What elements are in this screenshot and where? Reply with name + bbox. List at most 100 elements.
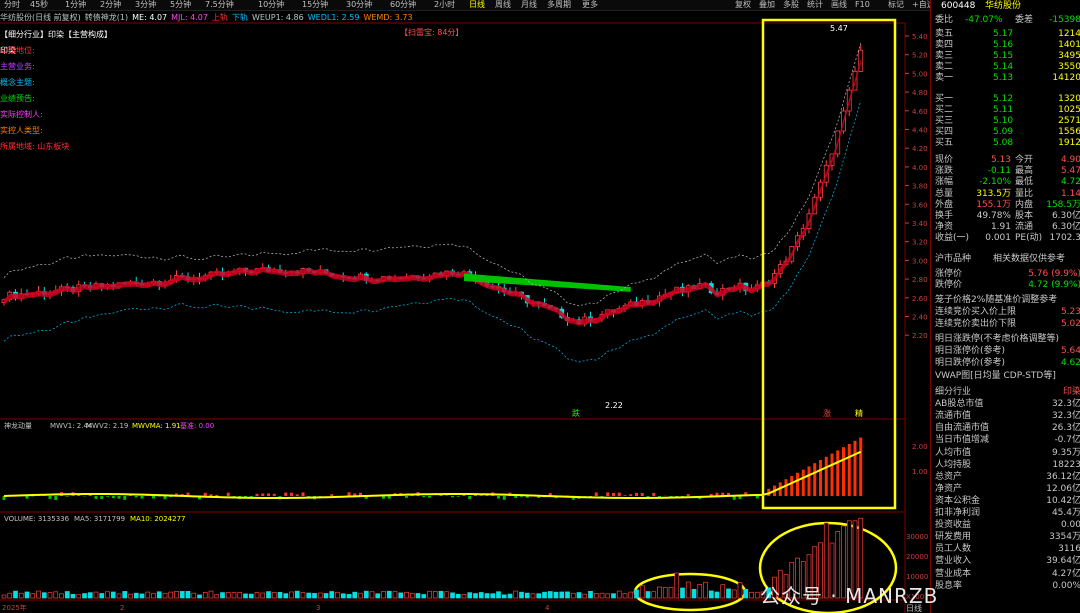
ask-label: 卖一 xyxy=(935,73,954,83)
fund-label: 投资收益 xyxy=(935,520,972,531)
volume-bar xyxy=(421,594,427,599)
period-tab-15[interactable]: 多周期 xyxy=(545,0,573,10)
volume-bar xyxy=(432,590,438,599)
next-limit-label: 明日跌停价(参考) xyxy=(935,358,1006,368)
period-tab-14[interactable]: 月线 xyxy=(519,0,539,10)
indicator-bar xyxy=(612,493,615,496)
indicator-bar xyxy=(600,496,604,497)
price-tick-label: 3.00 xyxy=(912,257,928,265)
limit-value: 4.72 (9.9%) xyxy=(1028,280,1080,290)
indicator-bar xyxy=(100,496,104,500)
volume-bar xyxy=(122,591,128,599)
fund-value: 18223 xyxy=(1052,459,1080,470)
toolbar-action-2[interactable]: 多股 xyxy=(781,0,801,10)
bid-price: 5.10 xyxy=(993,116,1014,126)
indicator-bar xyxy=(629,494,633,496)
ask-label: 卖二 xyxy=(935,62,954,72)
indicator-baseline: 基准: 0.00 xyxy=(180,421,214,430)
bid-label: 买二 xyxy=(935,105,954,115)
price-tick-label: 3.60 xyxy=(912,201,928,209)
period-tab-8[interactable]: 15分钟 xyxy=(300,0,330,10)
indicator-bar xyxy=(272,493,276,496)
stat-value: 5.13 xyxy=(990,155,1011,165)
bid-vol: 2571 xyxy=(1058,116,1080,126)
volume-bar xyxy=(30,593,36,599)
quote-row: 卖二 5.14 3550 xyxy=(933,62,1080,73)
stat-value: -0.11 xyxy=(987,166,1011,177)
fund-value: 26.3亿 xyxy=(1051,423,1080,434)
volume-bar xyxy=(605,593,611,599)
volume-bar xyxy=(18,592,24,599)
volume-bar xyxy=(473,593,478,599)
quote-row: 营业收入 39.64亿 xyxy=(933,556,1080,567)
volume-bar xyxy=(685,581,691,599)
stat-label: 外盘 xyxy=(935,199,954,210)
fund-value: 3116 xyxy=(1058,544,1080,555)
next-limit-label: 明日涨停价(参考) xyxy=(935,346,1006,356)
volume-bar xyxy=(271,592,277,599)
price-tick-label: 2.20 xyxy=(912,332,928,340)
period-tab-6[interactable]: 7.5分钟 xyxy=(203,0,236,10)
price-tick-label: 2.80 xyxy=(912,276,928,284)
volume-bar xyxy=(731,589,737,599)
indicator-bar xyxy=(387,496,391,499)
price-tick-label: 3.80 xyxy=(912,183,928,191)
indicator-bar xyxy=(813,463,817,496)
volume-bar xyxy=(346,594,352,599)
watermark: 公众号 · MANRZB xyxy=(760,584,939,608)
auction-label: 连续竞价买入价上限 xyxy=(935,307,1017,317)
header-up: 上轨 xyxy=(211,13,228,22)
volume-bar xyxy=(726,588,731,599)
volume-bar xyxy=(461,594,467,599)
volume-bar xyxy=(59,593,64,599)
period-tab-16[interactable]: 更多 xyxy=(580,0,600,10)
stat-value: 6.30亿 xyxy=(1051,211,1080,221)
volume-bar xyxy=(513,590,519,599)
period-tab-4[interactable]: 3分钟 xyxy=(133,0,158,10)
stat-label: 总量 xyxy=(935,188,954,199)
period-tab-0[interactable]: 分时 xyxy=(2,0,22,10)
indicator-bar xyxy=(640,493,644,496)
period-tab-5[interactable]: 5分钟 xyxy=(168,0,193,10)
volume-bar xyxy=(93,591,99,599)
period-tab-12[interactable]: 日线 xyxy=(467,0,487,10)
volume-bar xyxy=(151,592,156,599)
bid-price: 5.08 xyxy=(993,138,1014,148)
price-tick-label: 3.40 xyxy=(912,220,928,228)
toolbar-action-1[interactable]: 叠加 xyxy=(757,0,777,10)
period-tab-10[interactable]: 60分钟 xyxy=(388,0,418,10)
stat-value: 6.30亿 xyxy=(1051,222,1080,233)
toolbar-action-5[interactable]: F10 xyxy=(853,0,872,10)
volume-bar xyxy=(277,591,283,599)
period-tab-13[interactable]: 周线 xyxy=(493,0,513,10)
volume-bar xyxy=(185,591,191,599)
volume-bar xyxy=(87,592,93,599)
indicator-bar xyxy=(106,496,109,497)
volume-bar xyxy=(82,593,87,599)
indicator-bar xyxy=(755,496,759,499)
fund-label: 人均持股 xyxy=(935,459,972,470)
toolbar-action-3[interactable]: 统计 xyxy=(805,0,825,10)
quote-row: 总资产 36.12亿 xyxy=(933,472,1080,483)
volume-bar xyxy=(358,592,363,599)
volume-bar xyxy=(542,591,547,599)
stat-value: 155.1万 xyxy=(976,199,1011,210)
toolbar-action-6[interactable]: 标记 xyxy=(886,0,906,10)
volume-bar xyxy=(697,584,703,599)
period-tab-11[interactable]: 2小时 xyxy=(432,0,457,10)
period-tab-7[interactable]: 10分钟 xyxy=(256,0,286,10)
period-tab-9[interactable]: 30分钟 xyxy=(344,0,374,10)
volume-bar xyxy=(248,593,254,599)
indicator-bar xyxy=(451,496,454,498)
volume-bar xyxy=(559,591,565,599)
quote-row: 自由流通市值 26.3亿 xyxy=(933,423,1080,434)
period-tab-3[interactable]: 2分钟 xyxy=(98,0,123,10)
period-tab-1[interactable]: 45秒 xyxy=(28,0,50,10)
fund-label: 净资产 xyxy=(935,483,963,494)
period-tab-2[interactable]: 1分钟 xyxy=(63,0,88,10)
price-tick-label: 5.20 xyxy=(912,52,928,60)
toolbar-action-0[interactable]: 复权 xyxy=(733,0,753,10)
toolbar-action-4[interactable]: 画线 xyxy=(829,0,849,10)
ask-vol: 14120 xyxy=(1052,73,1080,83)
volume-bar xyxy=(162,592,168,599)
